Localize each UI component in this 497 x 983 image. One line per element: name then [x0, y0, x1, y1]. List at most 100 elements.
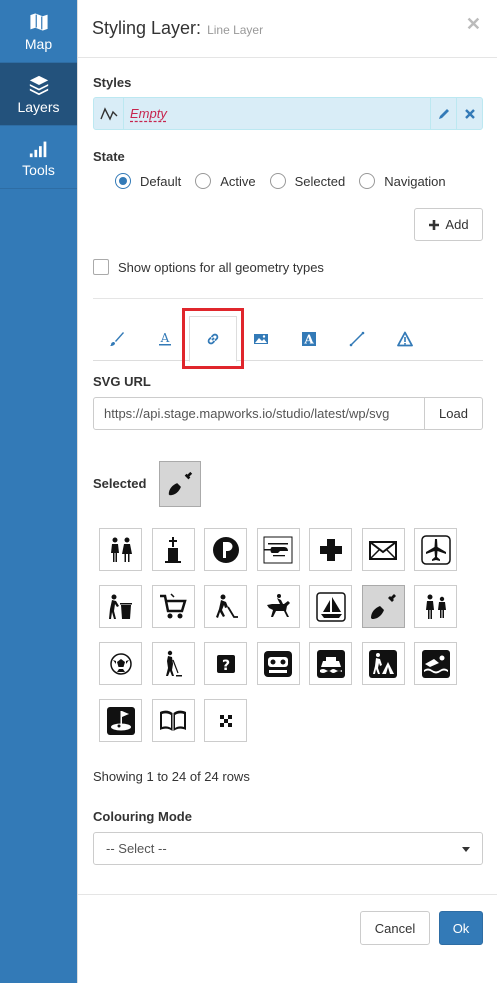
sidebar-item-label: Layers [17, 98, 60, 115]
icon-option-sailing[interactable] [309, 585, 352, 628]
icon-option-hiking-camp[interactable] [361, 642, 405, 685]
icon-option-golf-course[interactable] [99, 699, 142, 742]
icon-option-theater[interactable] [256, 642, 300, 685]
svg-text:A: A [160, 331, 170, 345]
sidebar-item-map[interactable]: Map [0, 0, 77, 63]
icon-option-shovel[interactable] [361, 585, 405, 628]
book-icon [160, 710, 186, 731]
soccer-icon [109, 652, 132, 675]
icon-option-helicopter[interactable] [256, 528, 300, 571]
icon-option-golfer[interactable] [151, 642, 195, 685]
parking-icon [212, 536, 239, 563]
styles-label: Styles [93, 75, 132, 90]
golf-course-icon [106, 706, 135, 735]
tab-link[interactable] [189, 316, 237, 362]
icon-option-litter[interactable] [99, 585, 142, 628]
state-radio-selected[interactable]: Selected [269, 173, 346, 189]
radio-circle[interactable] [359, 173, 376, 189]
close-icon[interactable]: ✕ [466, 14, 481, 35]
state-radio-active[interactable]: Active [195, 173, 256, 189]
mail-icon [369, 540, 397, 560]
style-name[interactable]: Empty [124, 106, 430, 121]
icon-option-restroom[interactable] [99, 528, 142, 571]
tab-brush[interactable] [93, 316, 141, 361]
horse-riding-icon [267, 593, 290, 617]
select-value: -- Select -- [106, 841, 167, 856]
icon-option-first-aid[interactable] [309, 528, 352, 571]
styling-panel: Styling Layer: Line Layer ✕ Styles Empty… [77, 0, 497, 983]
icon-option-family[interactable] [414, 585, 457, 628]
restroom-icon [110, 537, 132, 562]
divider [93, 298, 483, 299]
radio-label: Navigation [384, 173, 446, 189]
font-box-icon: A [302, 331, 316, 346]
icon-option-swimming[interactable] [414, 642, 457, 685]
shovel-icon [168, 471, 193, 496]
ok-button[interactable]: Ok [439, 911, 483, 945]
cancel-button[interactable]: Cancel [360, 911, 430, 945]
remove-style-button[interactable] [456, 98, 482, 129]
panel-subtitle: Line Layer [207, 23, 264, 37]
icon-option-ferry[interactable] [309, 642, 352, 685]
litter-icon [108, 594, 132, 619]
icon-option-parking[interactable] [204, 528, 247, 571]
icon-option-book[interactable] [151, 699, 195, 742]
icon-option-shopping-cart[interactable] [151, 585, 195, 628]
swimming-icon [421, 649, 450, 678]
tab-line[interactable] [333, 316, 381, 361]
tab-image[interactable] [237, 316, 285, 361]
icon-option-mail[interactable] [361, 528, 405, 571]
icon-option-airport[interactable] [414, 528, 457, 571]
cemetery-icon [165, 536, 181, 563]
colouring-mode-select[interactable]: -- Select -- [93, 832, 483, 865]
sidebar-item-tools[interactable]: Tools [0, 126, 77, 189]
text-underline-icon: A [159, 331, 171, 345]
theater-icon [264, 650, 292, 677]
pagination-info: Showing 1 to 24 of 24 rows [93, 769, 250, 784]
selected-icon-preview [159, 461, 201, 507]
golfer-icon [166, 650, 182, 676]
icon-option-information[interactable]: ? [204, 642, 247, 685]
airport-icon [420, 534, 451, 565]
icon-option-checkered[interactable] [204, 699, 247, 742]
style-list-item[interactable]: Empty [93, 97, 483, 130]
shovel-icon [371, 593, 396, 619]
add-button-label: Add [445, 217, 469, 232]
state-radio-group: Default Active Selected Navigation [115, 173, 460, 189]
sidebar: Map Layers Tools [0, 0, 77, 983]
show-all-geometry-checkbox[interactable] [93, 259, 109, 275]
line-geometry-icon [94, 98, 124, 129]
radio-label: Active [220, 173, 256, 189]
add-button[interactable]: Add [414, 208, 483, 241]
map-icon [28, 11, 49, 32]
radio-label: Selected [294, 173, 346, 189]
state-radio-default[interactable]: Default [115, 173, 181, 189]
radio-label: Default [140, 173, 182, 189]
radio-circle[interactable] [195, 173, 212, 189]
panel-header: Styling Layer: Line Layer ✕ [78, 0, 497, 58]
helicopter-icon [263, 536, 293, 563]
icon-option-hockey[interactable] [204, 585, 247, 628]
icon-option-soccer[interactable] [99, 642, 142, 685]
icon-option-horse-riding[interactable] [256, 585, 300, 628]
hiking-camp-icon [369, 649, 397, 678]
warning-icon [397, 331, 413, 346]
edit-style-button[interactable] [430, 98, 456, 129]
radio-circle[interactable] [269, 173, 286, 189]
svg-url-input[interactable] [93, 397, 425, 430]
sidebar-item-layers[interactable]: Layers [0, 63, 77, 126]
checkbox-label: Show options for all geometry types [118, 259, 324, 275]
tab-font[interactable]: A [285, 316, 333, 361]
load-button[interactable]: Load [425, 397, 483, 430]
colouring-mode-label: Colouring Mode [93, 809, 192, 824]
style-type-tabs: A A [93, 316, 483, 362]
svg-url-group: Load [93, 397, 483, 430]
radio-circle[interactable] [115, 173, 131, 189]
state-radio-navigation[interactable]: Navigation [359, 173, 446, 189]
show-all-geometry-option[interactable]: Show options for all geometry types [93, 259, 324, 275]
tab-warning[interactable] [381, 316, 429, 361]
plus-icon [429, 219, 440, 230]
icon-option-cemetery[interactable] [151, 528, 195, 571]
layers-icon [29, 75, 48, 95]
tab-text[interactable]: A [141, 316, 189, 361]
